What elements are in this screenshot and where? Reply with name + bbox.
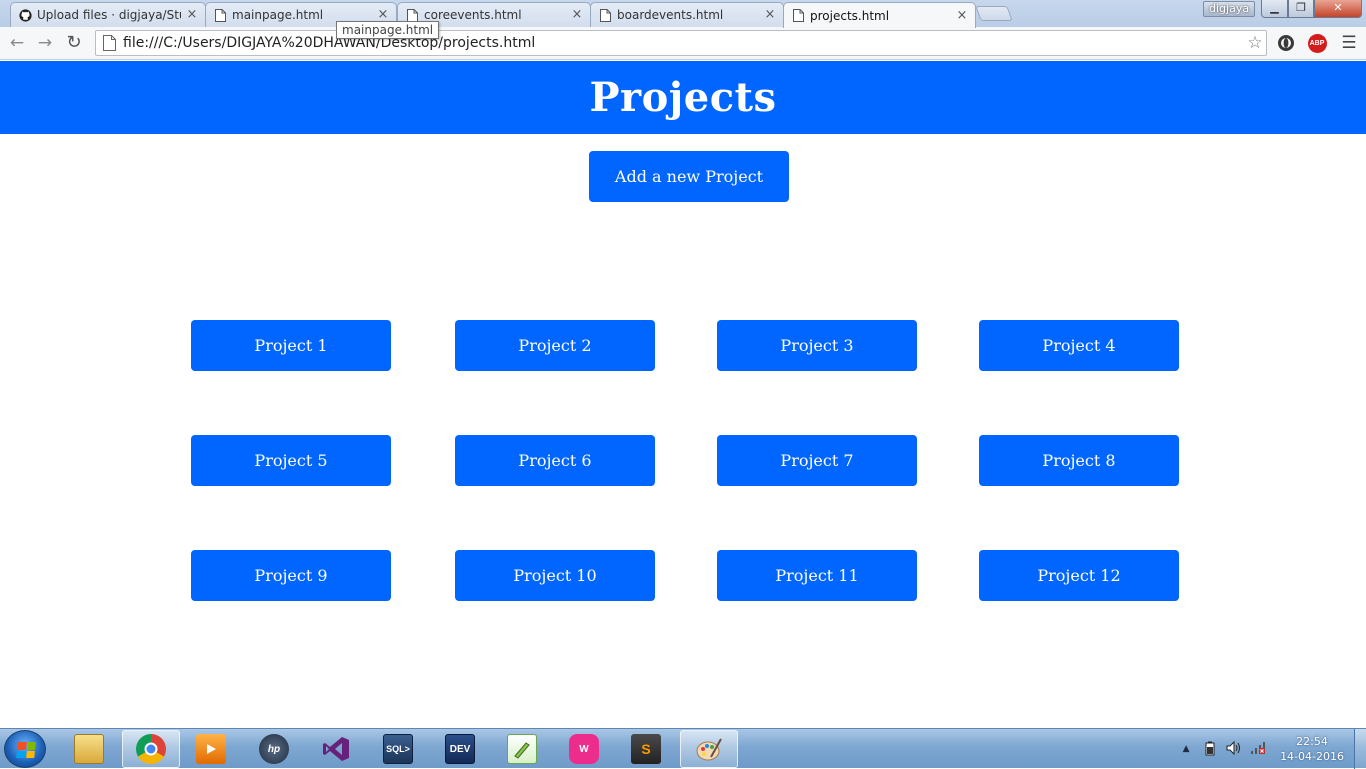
- sublime-text-icon: S: [631, 734, 661, 764]
- taskbar-sql[interactable]: SQL>: [369, 730, 427, 768]
- minimize-button[interactable]: ▁: [1261, 0, 1288, 18]
- page-title: Projects: [589, 74, 777, 121]
- new-tab-button[interactable]: [975, 6, 1013, 21]
- project-button-8[interactable]: Project 8: [979, 435, 1179, 486]
- project-button-5[interactable]: Project 5: [191, 435, 391, 486]
- taskbar-chrome[interactable]: [122, 730, 180, 768]
- tab-title: mainpage.html: [232, 8, 324, 22]
- taskbar-dev-cpp[interactable]: DEV: [431, 730, 489, 768]
- tab-title: projects.html: [810, 8, 890, 23]
- tab-boardevents[interactable]: boardevents.html ×: [590, 2, 784, 27]
- volume-icon[interactable]: [1226, 740, 1242, 757]
- profile-button[interactable]: digjaya: [1203, 1, 1256, 17]
- window-close-button[interactable]: ✕: [1314, 0, 1362, 18]
- taskbar-file-explorer[interactable]: [60, 730, 118, 768]
- project-button-2[interactable]: Project 2: [455, 320, 655, 371]
- project-button-10[interactable]: Project 10: [455, 550, 655, 601]
- start-button[interactable]: [4, 730, 46, 768]
- taskbar-sublime-text[interactable]: S: [617, 730, 675, 768]
- maximize-button[interactable]: ❐: [1288, 0, 1314, 18]
- chrome-icon: [136, 734, 166, 764]
- tab-close-icon[interactable]: ×: [763, 8, 777, 22]
- project-button-9[interactable]: Project 9: [191, 550, 391, 601]
- page-header: Projects: [0, 61, 1366, 134]
- tab-title: Upload files · digjaya/Stud: [37, 8, 181, 22]
- tab-close-icon[interactable]: ×: [570, 8, 584, 22]
- dev-cpp-icon: DEV: [445, 734, 475, 764]
- project-button-11[interactable]: Project 11: [717, 550, 917, 601]
- project-button-6[interactable]: Project 6: [455, 435, 655, 486]
- project-button-7[interactable]: Project 7: [717, 435, 917, 486]
- project-button-12[interactable]: Project 12: [979, 550, 1179, 601]
- page-icon: [406, 8, 419, 22]
- tab-tooltip: mainpage.html: [336, 21, 440, 39]
- github-icon: [19, 8, 32, 22]
- address-bar[interactable]: file:///C:/Users/DIGJAYA%20DHAWAN/Deskto…: [95, 30, 1267, 56]
- url-text[interactable]: file:///C:/Users/DIGJAYA%20DHAWAN/Deskto…: [123, 35, 1244, 51]
- tab-close-icon[interactable]: ×: [376, 8, 390, 22]
- menu-icon[interactable]: ☰: [1338, 32, 1360, 54]
- visual-studio-icon: [321, 734, 351, 764]
- forward-button[interactable]: →: [33, 31, 57, 55]
- wamp-icon: W: [569, 734, 599, 764]
- browser-toolbar: ← → ↻ file:///C:/Users/DIGJAYA%20DHAWAN/…: [0, 27, 1366, 60]
- project-button-4[interactable]: Project 4: [979, 320, 1179, 371]
- network-icon[interactable]: [1250, 741, 1266, 757]
- page-viewport: Projects Add a new Project Project 1 Pro…: [0, 61, 1366, 728]
- add-project-button[interactable]: Add a new Project: [589, 151, 789, 202]
- clock-time: 22:54: [1296, 735, 1328, 748]
- sql-icon: SQL>: [383, 734, 413, 764]
- back-button[interactable]: ←: [5, 31, 29, 55]
- taskbar-wamp[interactable]: W: [555, 730, 613, 768]
- taskbar-hp[interactable]: hp: [245, 730, 303, 768]
- tab-close-icon[interactable]: ×: [185, 8, 199, 22]
- show-desktop-button[interactable]: [1354, 729, 1366, 769]
- taskbar-notepad-plus-plus[interactable]: [493, 730, 551, 768]
- bookmark-star-icon[interactable]: ☆: [1244, 33, 1266, 53]
- tab-upload-files[interactable]: Upload files · digjaya/Stud ×: [10, 2, 206, 27]
- taskbar-paint[interactable]: [680, 730, 738, 768]
- page-icon: [792, 9, 805, 22]
- paint-icon: [694, 734, 724, 764]
- taskbar-visual-studio[interactable]: [307, 730, 365, 768]
- project-button-1[interactable]: Project 1: [191, 320, 391, 371]
- file-explorer-icon: [74, 734, 104, 764]
- tray-expand-icon[interactable]: ▲: [1178, 741, 1194, 757]
- adblock-plus-icon[interactable]: ABP: [1306, 32, 1328, 54]
- system-clock[interactable]: 22:54 14-04-2016: [1280, 734, 1344, 764]
- page-icon: [214, 8, 227, 22]
- tab-strip: Upload files · digjaya/Stud × mainpage.h…: [0, 0, 1366, 28]
- tab-close-icon[interactable]: ×: [955, 8, 969, 23]
- page-icon: [599, 8, 612, 22]
- page-icon: [103, 35, 117, 51]
- project-button-3[interactable]: Project 3: [717, 320, 917, 371]
- reload-button[interactable]: ↻: [62, 31, 86, 55]
- media-player-icon: [196, 734, 226, 764]
- tab-title: boardevents.html: [617, 8, 724, 22]
- taskbar-media-player[interactable]: [182, 730, 240, 768]
- extension-shield-icon[interactable]: [1275, 32, 1297, 54]
- tab-projects[interactable]: projects.html ×: [783, 2, 976, 28]
- clock-date: 14-04-2016: [1280, 750, 1344, 763]
- notepad-plus-plus-icon: [507, 734, 537, 764]
- taskbar: hp SQL> DEV W S ▲ 22:54 14-04-2016: [0, 728, 1366, 769]
- system-tray: ▲ 22:54 14-04-2016: [1178, 729, 1350, 769]
- battery-icon[interactable]: [1202, 741, 1218, 757]
- tab-title: coreevents.html: [424, 8, 522, 22]
- windows-logo-icon: [16, 742, 36, 758]
- hp-icon: hp: [259, 734, 289, 764]
